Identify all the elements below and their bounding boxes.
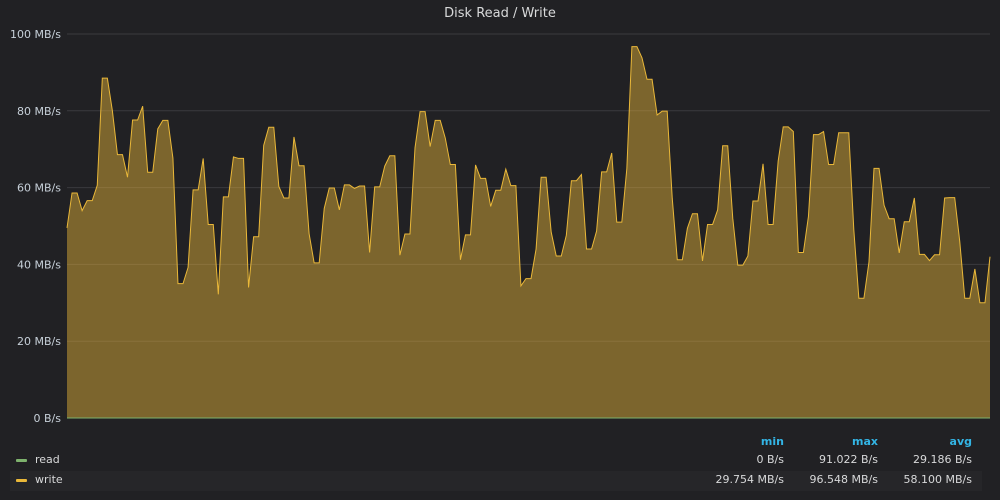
write-series[interactable] [66,46,991,419]
y-tick-label: 60 MB/s [17,182,61,195]
read-max-value: 91.022 B/s [819,453,878,466]
y-axis-labels: 0 B/s 20 MB/s 40 MB/s 60 MB/s 80 MB/s 100 MB/… [10,28,61,425]
y-tick-label: 100 MB/s [10,28,61,41]
write-min-value: 29.754 MB/s [715,473,784,486]
legend-row-read[interactable]: read 0 B/s 91.022 B/s 29.186 B/s [10,451,982,471]
write-max-value: 96.548 MB/s [809,473,878,486]
y-tick-label: 20 MB/s [17,335,61,348]
chart-plot: 0 B/s 20 MB/s 40 MB/s 60 MB/s 80 MB/s 100 MB/… [10,28,991,425]
read-avg-value: 29.186 B/s [913,453,972,466]
read-series-swatch[interactable] [16,459,27,462]
legend: min max avg read 0 B/s 91.022 B/s 29.186… [10,433,982,491]
legend-name-read[interactable]: read [35,451,60,469]
y-tick-label: 40 MB/s [17,258,61,271]
legend-header-min[interactable]: min [761,433,784,451]
legend-header: min max avg [10,433,982,451]
write-series-swatch[interactable] [16,479,27,482]
y-tick-label: 80 MB/s [17,105,61,118]
y-tick-label: 0 B/s [34,412,62,425]
legend-name-write[interactable]: write [35,471,63,489]
write-series-area [67,46,990,419]
legend-header-max[interactable]: max [852,433,878,451]
legend-header-avg[interactable]: avg [950,433,972,451]
read-min-value: 0 B/s [756,453,784,466]
write-avg-value: 58.100 MB/s [903,473,972,486]
series-layer [66,46,991,419]
legend-row-write[interactable]: write 29.754 MB/s 96.548 MB/s 58.100 MB/… [10,471,982,491]
